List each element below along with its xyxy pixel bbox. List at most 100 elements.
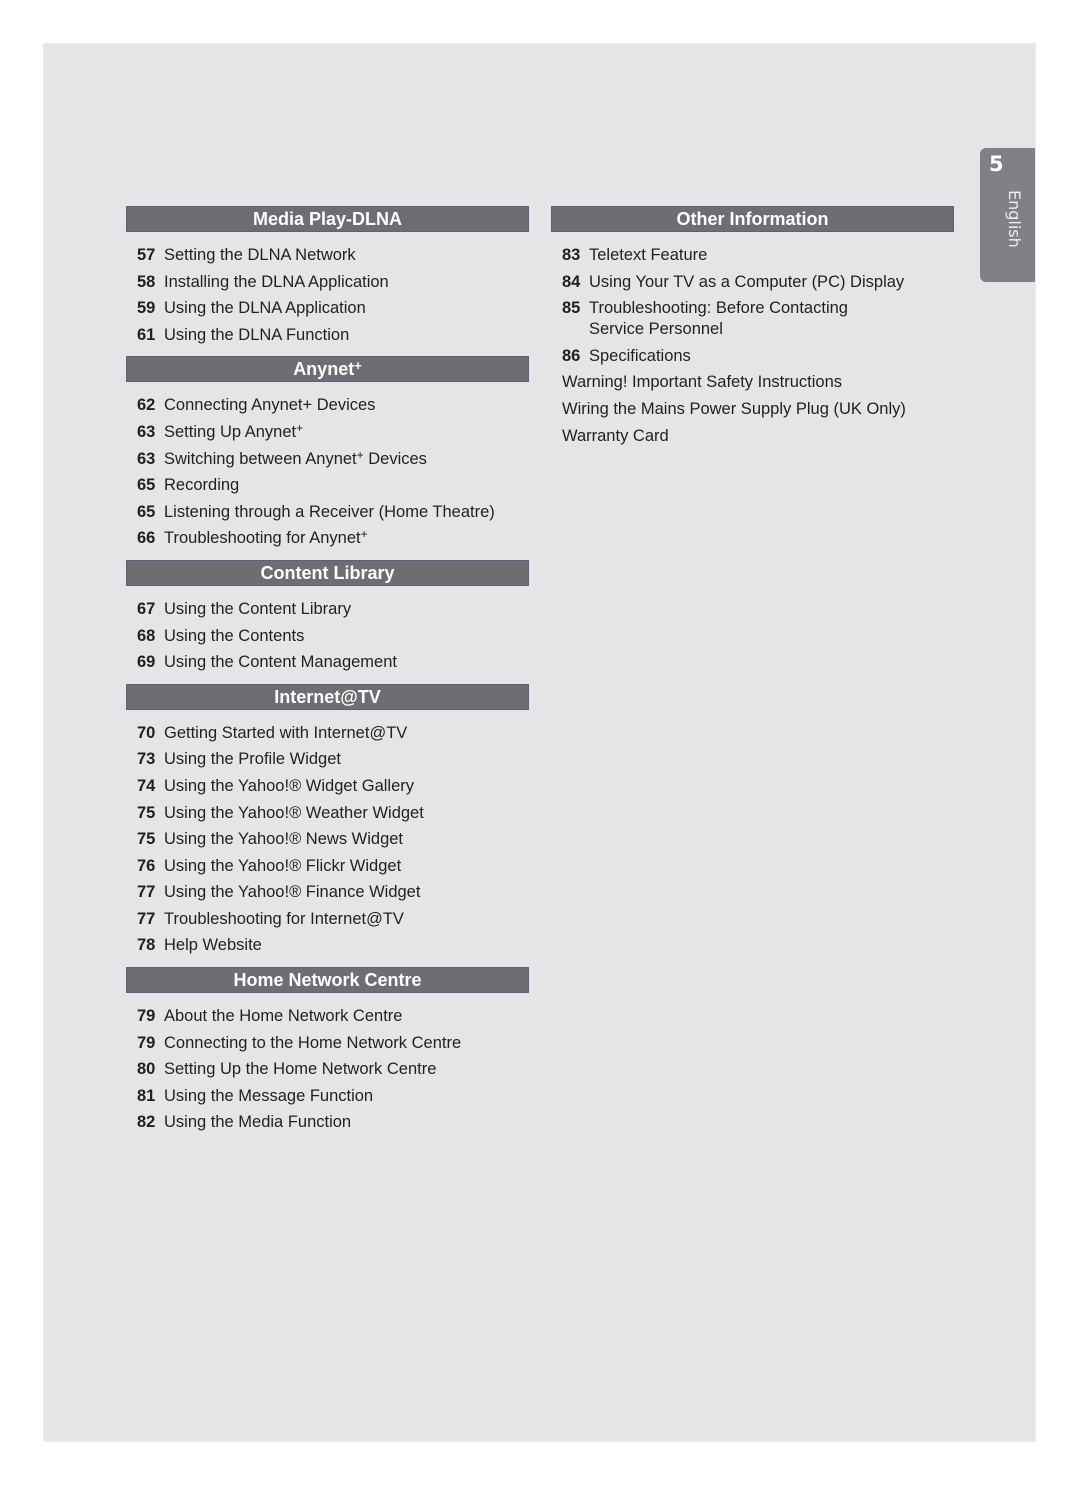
entry-title: Specifications (589, 343, 691, 370)
entry-title-text: Using the Content Management (164, 653, 397, 672)
entry-title-text: Using the DLNA Application (164, 299, 366, 318)
section-header: Media Play-DLNA (126, 206, 529, 232)
entry-title-text: About the Home Network Centre (164, 1007, 403, 1026)
toc-entry[interactable]: 65 Recording (126, 472, 529, 499)
entry-title-text: Using the Message Function (164, 1086, 374, 1105)
entry-title-text: Using the Yahoo!® Weather Widget (164, 803, 424, 822)
toc-entry[interactable]: 58 Installing the DLNA Application (126, 269, 529, 296)
entry-title-text: Listening through a Receiver (Home Theat… (164, 502, 495, 521)
section-title: Home Network Centre (233, 970, 422, 991)
entry-title: Listening through a Receiver (Home Theat… (164, 499, 495, 526)
section-header: Anynet+ (126, 356, 529, 383)
toc-entry[interactable]: 69 Using the Content Management (126, 649, 529, 676)
entry-title-text: Using the Yahoo!® News Widget (164, 830, 404, 849)
toc-entry[interactable]: 81 Using the Message Function (126, 1083, 529, 1110)
page-number-ref: 58 (137, 272, 156, 291)
page-number-ref: 68 (137, 626, 156, 645)
toc-entry[interactable]: 84 Using Your TV as a Computer (PC) Displ… (551, 269, 954, 296)
section-title-superscript: + (354, 358, 362, 374)
toc-entry[interactable]: 75 Using the Yahoo!® Weather Widget (126, 800, 529, 827)
entry-title-text: Using the Media Function (164, 1113, 352, 1132)
toc-entry[interactable]: 68 Using the Contents (126, 623, 529, 650)
toc-entry-list: 83 Teletext Feature 84 Using Your TV as a C… (551, 232, 954, 457)
entry-title: Using the Yahoo!® News Widget (164, 826, 403, 853)
toc-entry[interactable]: 62 Connecting Anynet+ Devices (126, 392, 529, 419)
entry-title: Using the Yahoo!® Weather Widget (164, 800, 424, 827)
entry-title-text: Installing the DLNA Application (164, 272, 389, 291)
toc-entry[interactable]: 79 Connecting to the Home Network Centre (126, 1030, 529, 1057)
section-header: Internet@TV (126, 683, 529, 710)
toc-entry[interactable]: 57 Setting the DLNA Network (126, 242, 529, 269)
entry-title: Installing the DLNA Application (164, 269, 389, 296)
toc-entry[interactable]: 82 Using the Media Function (126, 1109, 529, 1136)
page-number-ref: 79 (137, 1033, 156, 1052)
toc-entry[interactable]: 78 Help Website (126, 932, 529, 959)
toc-entry[interactable]: 59 Using the DLNA Application (126, 295, 529, 322)
toc-entry[interactable]: 70 Getting Started with Internet@TV (126, 720, 529, 747)
entry-title: Using the DLNA Application (164, 295, 366, 322)
toc-entry-list: 62 Connecting Anynet+ Devices 63 Setting Up… (126, 382, 529, 560)
toc-entry[interactable]: 75 Using the Yahoo!® News Widget (126, 826, 529, 853)
toc-entry[interactable]: 74 Using the Yahoo!® Widget Gallery (126, 773, 529, 800)
page-number-ref: 74 (137, 776, 156, 795)
entry-title: Connecting Anynet+ Devices (164, 392, 375, 419)
entry-title: Using the Content Library (164, 596, 351, 623)
entry-title-text: Warning! Important Safety Instructions (562, 373, 843, 392)
toc-entry[interactable]: 77 Using the Yahoo!® Finance Widget (126, 879, 529, 906)
page-number-ref: 77 (137, 909, 156, 928)
entry-title-text: Wiring the Mains Power Supply Plug (UK O… (562, 399, 906, 418)
page-number-ref: 65 (137, 502, 156, 521)
toc-entry[interactable]: 63 Switching between Anynet+ Devices (126, 446, 529, 473)
entry-title-text: Using Your TV as a Computer (PC) Display (589, 272, 905, 291)
toc-entry[interactable]: Wiring the Mains Power Supply Plug (UK O… (551, 396, 954, 423)
toc-entry[interactable]: 67 Using the Content Library (126, 596, 529, 623)
page-number-ref: 76 (137, 856, 156, 875)
toc-section-content-library: Content Library 67 Using the Content Libra… (126, 559, 529, 684)
page-number-ref: 75 (137, 803, 156, 822)
entry-title-text: Using the Profile Widget (164, 750, 341, 769)
entry-title: Using the Yahoo!® Finance Widget (164, 879, 420, 906)
page-number-ref: 82 (137, 1113, 156, 1132)
page-number-ref: 70 (137, 723, 156, 742)
entry-title: Wiring the Mains Power Supply Plug (UK O… (562, 396, 906, 423)
toc-entry[interactable]: 83 Teletext Feature (551, 242, 954, 269)
toc-entry[interactable]: Warning! Important Safety Instructions (551, 369, 954, 396)
page-number-ref: 57 (137, 246, 156, 264)
entry-title-text: Troubleshooting: Before Contacting Servi… (589, 298, 848, 338)
entry-superscript: + (296, 420, 304, 435)
toc-entry[interactable]: 73 Using the Profile Widget (126, 746, 529, 773)
toc-entry[interactable]: 63 Setting Up Anynet+ (126, 419, 529, 446)
section-title: Content Library (260, 562, 395, 583)
language-label: English (1005, 190, 1024, 248)
toc-entry[interactable]: 65 Listening through a Receiver (Home The… (126, 499, 529, 526)
entry-title: About the Home Network Centre (164, 1003, 402, 1030)
page-number-ref: 63 (137, 449, 156, 468)
toc-entry[interactable]: 85 Troubleshooting: Before Contacting Ser… (551, 295, 954, 343)
entry-title-text: Using the DLNA Function (164, 325, 350, 344)
entry-title-text: Using the Yahoo!® Flickr Widget (164, 856, 402, 875)
page-number-ref: 84 (562, 272, 581, 291)
toc-entry[interactable]: 61 Using the DLNA Function (126, 322, 529, 349)
entry-title: Setting Up Anynet+ (164, 419, 303, 446)
entry-title: Help Website (164, 932, 262, 959)
toc-entry[interactable]: 76 Using the Yahoo!® Flickr Widget (126, 853, 529, 880)
section-title: Media Play-DLNA (252, 209, 403, 229)
toc-entry[interactable]: 66 Troubleshooting for Anynet+ (126, 525, 529, 552)
page-number-ref: 59 (137, 299, 156, 318)
entry-title: Setting the DLNA Network (164, 242, 356, 269)
entry-title-text: Connecting to the Home Network Centre (164, 1033, 462, 1052)
page-number-ref: 62 (137, 396, 156, 415)
toc-entry[interactable]: 80 Setting Up the Home Network Centre (126, 1056, 529, 1083)
entry-title-text: Recording (164, 476, 240, 495)
entry-title-text: Setting Up the Home Network Centre (164, 1060, 437, 1079)
toc-entry[interactable]: 79 About the Home Network Centre (126, 1003, 529, 1030)
toc-entry[interactable]: Warranty Card (551, 423, 954, 450)
toc-section-internet-tv: Internet@TV 70 Getting Started with Intern… (126, 683, 529, 967)
toc-entry[interactable]: 77 Troubleshooting for Internet@TV (126, 906, 529, 933)
entry-superscript: + (360, 527, 368, 542)
toc-entry[interactable]: 86 Specifications (551, 343, 954, 370)
page-number-ref: 86 (562, 346, 581, 365)
page-number-ref: 83 (562, 246, 581, 264)
entry-title: Troubleshooting: Before Contacting Servi… (589, 295, 848, 343)
entry-title: Using the Message Function (164, 1083, 373, 1110)
